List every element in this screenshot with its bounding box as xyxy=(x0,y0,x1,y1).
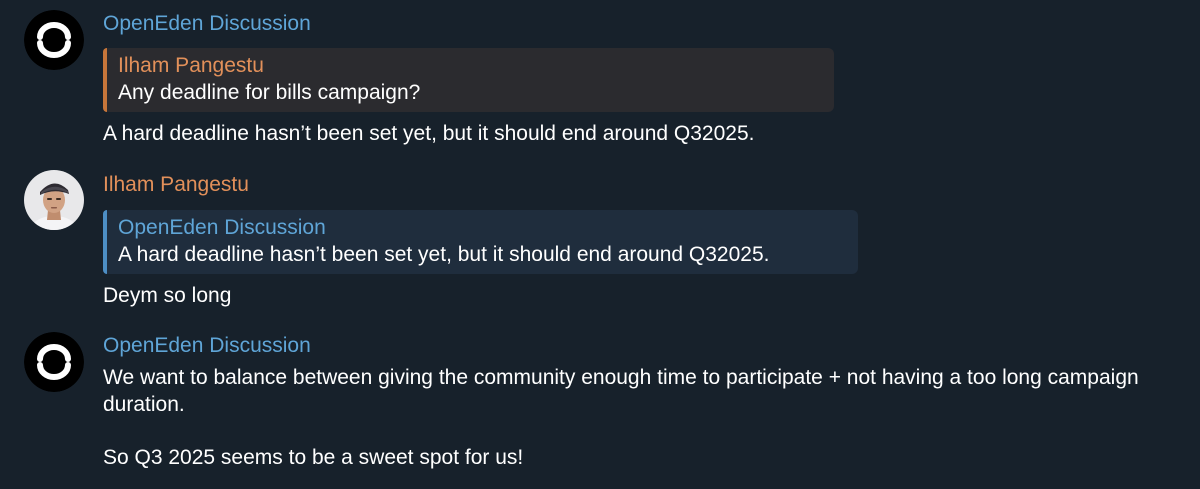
message-text-paragraph-1: We want to balance between giving the co… xyxy=(103,366,1139,416)
reply-quote[interactable]: OpenEden Discussion A hard deadline hasn… xyxy=(103,210,858,274)
message-sender[interactable]: Ilham Pangestu xyxy=(103,172,1170,198)
reply-quote-text: Any deadline for bills campaign? xyxy=(118,81,421,104)
openeden-logo-icon xyxy=(24,10,84,70)
reply-quote-text: A hard deadline hasn’t been set yet, but… xyxy=(118,243,770,266)
user-photo-avatar xyxy=(24,170,84,230)
message-text: Deym so long xyxy=(103,284,232,307)
message-sender[interactable]: OpenEden Discussion xyxy=(103,333,1163,359)
openeden-avatar[interactable] xyxy=(24,10,84,70)
message-text: A hard deadline hasn’t been set yet, but… xyxy=(103,122,755,145)
reply-quote-sender: Ilham Pangestu xyxy=(118,54,264,77)
reply-quote-sender: OpenEden Discussion xyxy=(118,216,326,239)
openeden-avatar[interactable] xyxy=(24,332,84,392)
message-text-paragraph-2: So Q3 2025 seems to be a sweet spot for … xyxy=(103,446,524,469)
user-avatar[interactable] xyxy=(24,170,84,230)
reply-quote[interactable]: Ilham Pangestu Any deadline for bills ca… xyxy=(103,48,834,112)
message-sender[interactable]: OpenEden Discussion xyxy=(103,11,1170,37)
openeden-logo-icon xyxy=(24,332,84,392)
